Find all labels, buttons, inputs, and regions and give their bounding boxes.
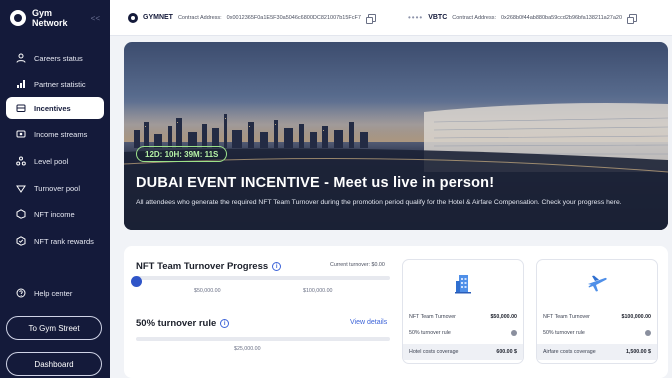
sidebar-item-label: Level pool [34, 156, 69, 166]
reward-turnover-row: NFT Team Turnover $50,000.00 [409, 310, 517, 323]
collapse-sidebar-icon[interactable]: << [91, 14, 100, 23]
income-icon [16, 129, 26, 139]
help-center-link[interactable]: Help center [6, 282, 104, 304]
rule-label: 50% turnover rule [543, 329, 585, 336]
to-gym-street-button[interactable]: To Gym Street [6, 316, 102, 340]
event-banner: 12D: 10H: 39M: 11S DUBAI EVENT INCENTIVE… [124, 42, 668, 230]
turnover-value: $50,000.00 [490, 313, 517, 320]
help-icon [16, 288, 26, 298]
hotel-reward-card: NFT Team Turnover $50,000.00 50% turnove… [402, 259, 524, 364]
turnover-value: $100,000.00 [621, 313, 651, 320]
sidebar-item-label: Income streams [34, 129, 88, 139]
sidebar-item-nft-rank-rewards[interactable]: NFT rank rewards [6, 230, 104, 252]
nft-icon [16, 209, 26, 219]
progress-title-text: NFT Team Turnover Progress [136, 261, 269, 272]
current-turnover: Current turnover: $0.00 [330, 262, 385, 268]
sidebar-item-label: NFT rank rewards [34, 236, 94, 246]
sidebar-item-incentives[interactable]: Incentives [6, 97, 104, 119]
sidebar-item-level-pool[interactable]: Level pool [6, 150, 104, 172]
turnover-label: NFT Team Turnover [409, 313, 456, 320]
copy-icon[interactable] [365, 13, 376, 24]
bar-chart-icon [16, 79, 26, 89]
incentive-icon [16, 103, 26, 113]
brand[interactable]: Gym Network << [0, 0, 110, 36]
airfare-reward-card: NFT Team Turnover $100,000.00 50% turnov… [536, 259, 658, 364]
milestone-50000: $50,000.00 [194, 288, 221, 294]
rule-status-dot [645, 329, 651, 336]
rule-title-text: 50% turnover rule [136, 318, 217, 329]
hotel-icon [455, 275, 471, 294]
token-name: VBTC [428, 14, 448, 21]
token-vbtc: •••• VBTC Contract Address: 0x268b0f44ab… [408, 13, 638, 24]
contract-address-label: Contract Address: [177, 14, 222, 21]
sidebar-item-turnover-pool[interactable]: Turnover pool [6, 177, 104, 199]
person-icon [16, 53, 26, 63]
progress-thumb [131, 276, 142, 287]
contract-address: 0x0012365F0a1E5F30a5046c6800DC821007b15F… [226, 14, 361, 21]
milestone-25000: $25,000.00 [234, 346, 261, 352]
coverage-label: Airfare costs coverage [543, 349, 596, 355]
event-title: DUBAI EVENT INCENTIVE - Meet us live in … [136, 175, 495, 191]
token-name: GYMNET [143, 14, 173, 21]
sidebar-item-label: NFT income [34, 209, 75, 219]
reward-coverage-row: Airfare costs coverage 1,500.00 $ [537, 344, 657, 360]
reward-rule-row: 50% turnover rule [409, 326, 517, 339]
dashboard-button[interactable]: Dashboard [6, 352, 102, 376]
level-pool-icon [16, 156, 26, 166]
event-description: All attendees who generate the required … [136, 199, 622, 206]
sidebar-item-income-streams[interactable]: Income streams [6, 123, 104, 145]
coverage-value: 600.00 $ [496, 349, 517, 355]
gym-network-logo-icon [10, 10, 26, 26]
gymnet-token-icon [128, 12, 138, 23]
contract-address-label: Contract Address: [452, 14, 496, 21]
sidebar-item-careers-status[interactable]: Careers status [6, 47, 104, 69]
copy-icon[interactable] [627, 13, 638, 24]
rule-label: 50% turnover rule [409, 329, 451, 336]
vbtc-token-icon: •••• [408, 13, 424, 22]
info-icon[interactable]: i [220, 319, 230, 328]
info-icon[interactable]: i [272, 262, 282, 271]
rule-progress-track [136, 337, 390, 341]
sidebar-item-label: Partner statistic [34, 79, 86, 89]
contract-address-bar: GYMNET Contract Address: 0x0012365F0a1E5… [110, 0, 672, 36]
turnover-label: NFT Team Turnover [543, 313, 590, 320]
countdown-timer: 12D: 10H: 39M: 11S [136, 146, 228, 162]
nft-rank-icon [16, 236, 26, 246]
reward-coverage-row: Hotel costs coverage 600.00 $ [403, 344, 523, 360]
reward-rule-row: 50% turnover rule [543, 326, 651, 339]
coverage-label: Hotel costs coverage [409, 349, 459, 355]
sidebar-item-label: Careers status [34, 53, 83, 63]
rule-title: 50% turnover rule i [136, 318, 230, 329]
rule-status-dot [511, 329, 517, 336]
sidebar-item-nft-income[interactable]: NFT income [6, 203, 104, 225]
help-center-label: Help center [34, 288, 73, 298]
airplane-icon [588, 275, 607, 292]
sidebar-item-label: Incentives [34, 103, 71, 113]
turnover-icon [16, 183, 26, 193]
contract-address: 0x268b0f44ab880ba59ccd2b96bfa138211a27a2… [500, 14, 623, 21]
coverage-value: 1,500.00 $ [625, 349, 651, 355]
sidebar-item-label: Turnover pool [34, 183, 80, 193]
brand-name: Gym Network [32, 8, 68, 28]
token-gymnet: GYMNET Contract Address: 0x0012365F0a1E5… [128, 12, 398, 24]
turnover-progress-track [136, 276, 390, 280]
sidebar-item-partner-statistic[interactable]: Partner statistic [6, 73, 104, 95]
view-details-link[interactable]: View details [350, 319, 387, 326]
progress-title: NFT Team Turnover Progress i [136, 261, 282, 272]
sidebar: Gym Network << Careers status Partner st… [0, 0, 110, 378]
milestone-100000: $100,000.00 [303, 288, 333, 294]
reward-turnover-row: NFT Team Turnover $100,000.00 [543, 310, 651, 323]
